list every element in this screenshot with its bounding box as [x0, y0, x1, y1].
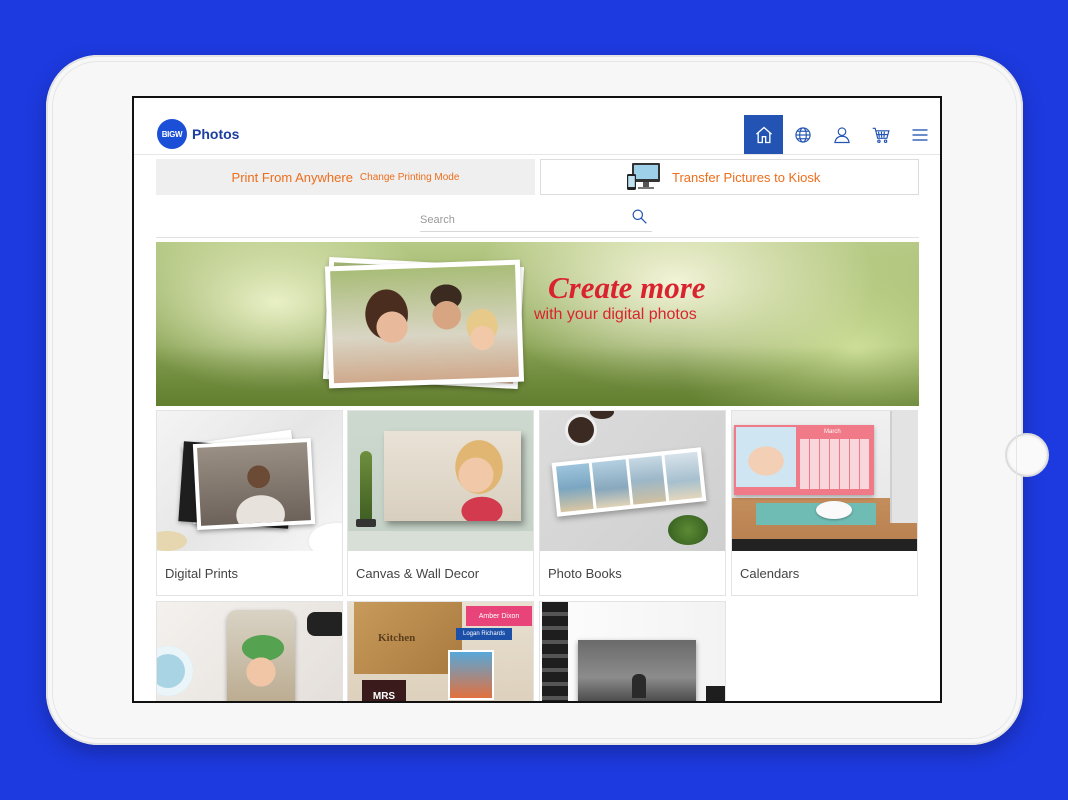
bigw-photos-logo[interactable]: BIGW Photos	[157, 119, 239, 149]
account-button[interactable]	[822, 115, 861, 154]
posters-image	[540, 602, 725, 701]
digital-prints-image	[157, 411, 342, 551]
hero-banner[interactable]: Create more with your digital photos	[156, 242, 919, 406]
product-tile-photo-books[interactable]: Photo Books	[539, 410, 726, 596]
product-tile-posters[interactable]	[539, 601, 726, 701]
hero-title: Create more	[548, 270, 706, 305]
search-bar	[420, 204, 652, 232]
change-printing-mode-link[interactable]: Change Printing Mode	[360, 172, 460, 183]
product-tile-digital-prints[interactable]: Digital Prints	[156, 410, 343, 596]
kitchen-sign-text: Kitchen	[378, 632, 416, 644]
product-tile-gifts[interactable]: Kitchen Amber Dixon Logan Richards MRS	[347, 601, 534, 701]
bigw-logo-badge: BIGW	[157, 119, 187, 149]
cart-button[interactable]	[861, 115, 900, 154]
name-tag-2: Logan Richards	[456, 628, 512, 640]
product-tile-phone-cases[interactable]	[156, 601, 343, 701]
hamburger-menu-icon	[912, 128, 927, 141]
user-icon	[833, 126, 850, 143]
calendar-month: March	[824, 429, 841, 435]
print-from-anywhere-tab[interactable]: Print From Anywhere Change Printing Mode	[156, 159, 535, 195]
product-tile-canvas-wall-decor[interactable]: Canvas & Wall Decor	[347, 410, 534, 596]
search-divider	[156, 237, 919, 238]
hero-grass	[156, 346, 919, 406]
calendars-image: March	[732, 411, 917, 551]
globe-icon	[794, 126, 811, 143]
app-brand-name: Photos	[192, 126, 240, 142]
home-icon	[755, 126, 772, 143]
kiosk-devices-icon	[626, 162, 662, 192]
mug-text: MRS	[372, 691, 396, 702]
cart-icon	[872, 127, 890, 143]
menu-button[interactable]	[900, 115, 939, 154]
language-button[interactable]	[783, 115, 822, 154]
hero-family-photo	[324, 259, 525, 389]
phone-cases-image	[157, 602, 342, 701]
header-nav	[744, 115, 939, 154]
transfer-to-kiosk-button[interactable]: Transfer Pictures to Kiosk	[540, 159, 919, 195]
digital-prints-label: Digital Prints	[165, 566, 238, 581]
calendars-label: Calendars	[740, 566, 800, 581]
name-tag-1: Amber Dixon	[466, 606, 532, 626]
search-icon[interactable]	[631, 208, 648, 225]
photo-books-label: Photo Books	[548, 566, 622, 581]
tablet-home-button[interactable]	[1005, 433, 1049, 477]
hero-subtitle: with your digital photos	[534, 306, 697, 323]
gifts-image: Kitchen Amber Dixon Logan Richards MRS	[348, 602, 533, 702]
canvas-wall-decor-image	[348, 411, 533, 551]
transfer-to-kiosk-label: Transfer Pictures to Kiosk	[672, 169, 821, 185]
app-header: BIGW Photos	[134, 98, 940, 155]
print-from-anywhere-label: Print From Anywhere	[231, 169, 353, 185]
app-screen: BIGW Photos Print From Anywhere Change P…	[132, 96, 942, 703]
home-button[interactable]	[744, 115, 783, 154]
product-tile-calendars[interactable]: March Calendars	[731, 410, 918, 596]
photo-books-image	[540, 411, 725, 551]
search-input[interactable]	[420, 208, 620, 232]
canvas-wall-decor-label: Canvas & Wall Decor	[356, 566, 480, 581]
